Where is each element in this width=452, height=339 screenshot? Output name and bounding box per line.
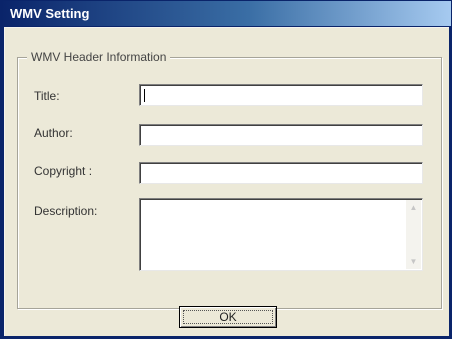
ok-button[interactable]: OK [179, 306, 277, 328]
dialog-client-area: WMV Header Information Title: Author: Co… [4, 27, 449, 336]
copyright-label: Copyright : [34, 164, 93, 178]
title-label: Title: [34, 89, 60, 103]
author-field[interactable] [139, 124, 423, 146]
author-label: Author: [34, 126, 73, 140]
ok-button-label: OK [219, 310, 237, 324]
description-scrollbar[interactable]: ▲ ▼ [406, 200, 421, 269]
description-label: Description: [34, 204, 98, 218]
window-title: WMV Setting [10, 6, 90, 21]
description-textarea[interactable]: ▲ ▼ [139, 198, 423, 271]
scroll-up-arrow-icon[interactable]: ▲ [406, 200, 421, 215]
groupbox-legend: WMV Header Information [27, 50, 171, 64]
dialog-window: WMV Setting WMV Header Information Title… [0, 0, 452, 339]
title-field[interactable] [139, 84, 423, 106]
scroll-down-arrow-icon[interactable]: ▼ [406, 254, 421, 269]
copyright-field[interactable] [139, 162, 423, 184]
text-caret [144, 89, 145, 102]
title-bar[interactable]: WMV Setting [1, 1, 451, 26]
